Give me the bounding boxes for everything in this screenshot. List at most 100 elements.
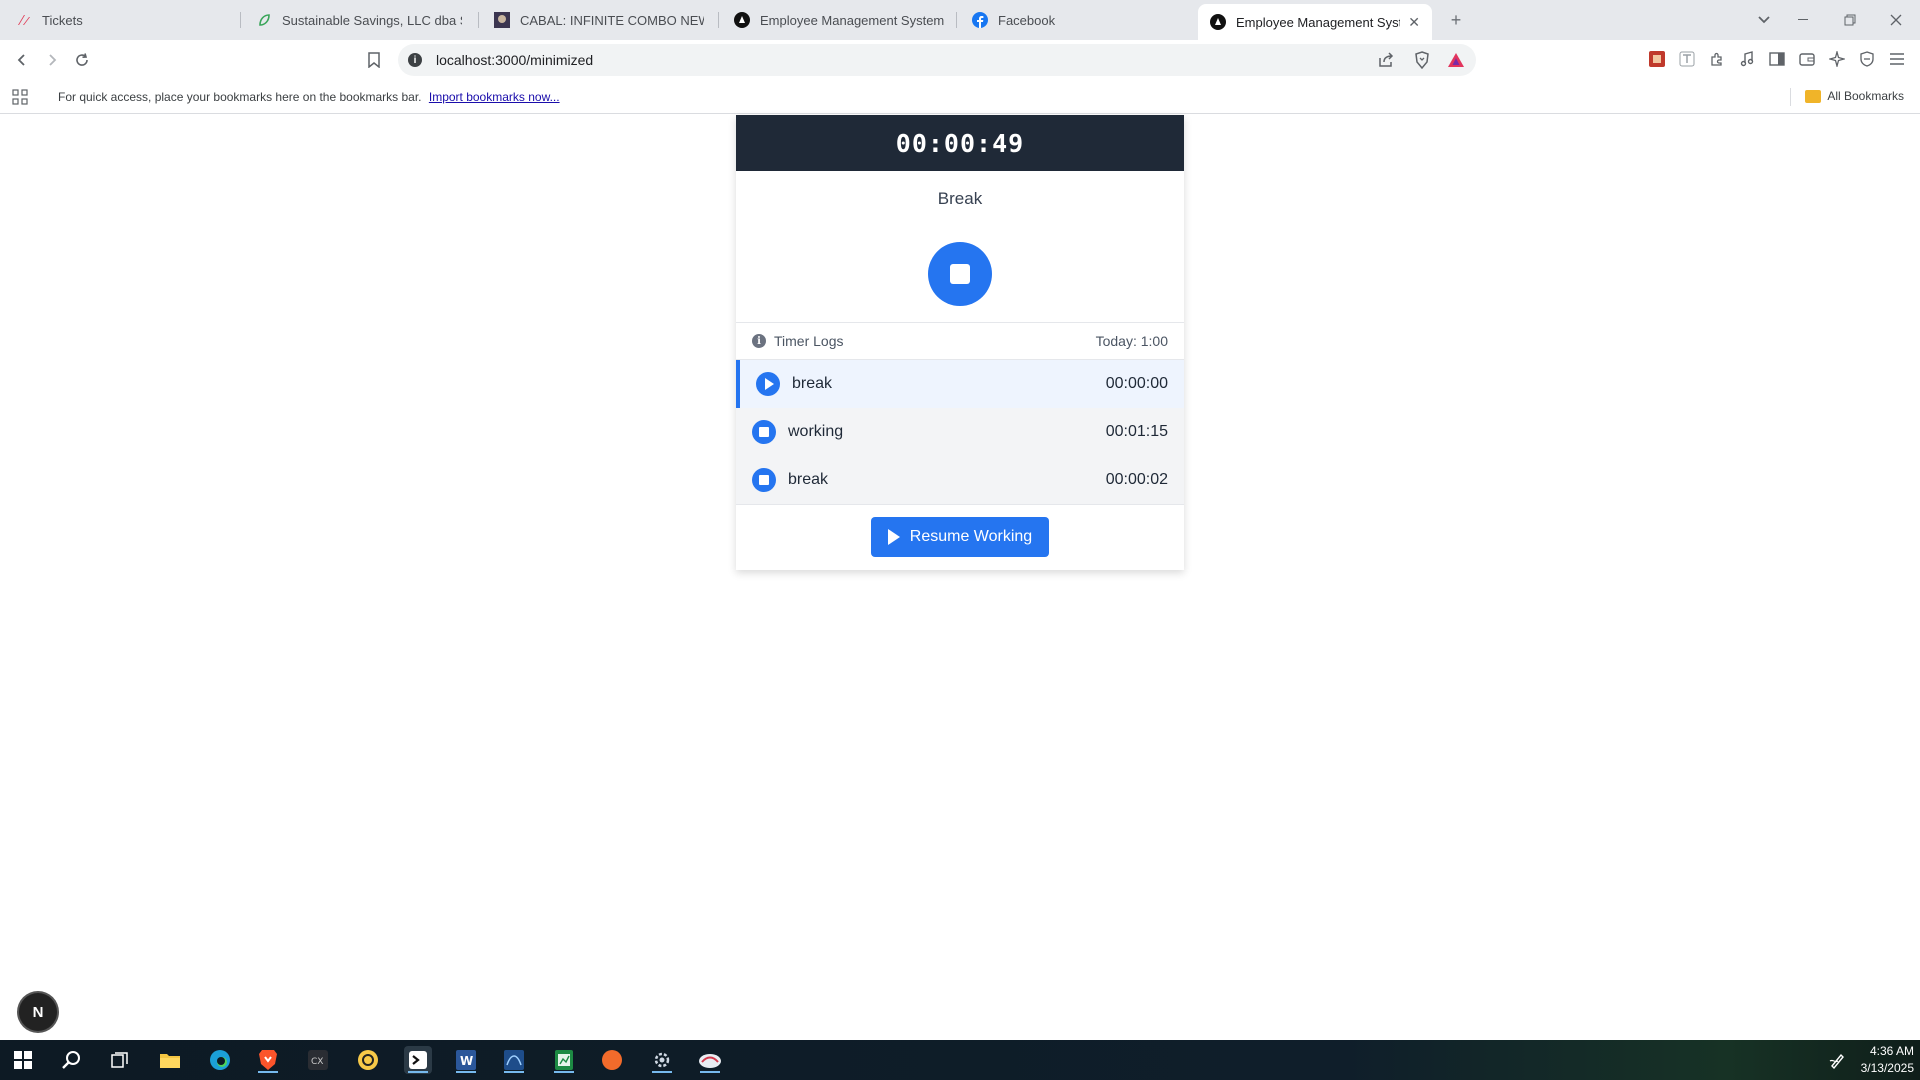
today-total: Today: 1:00 — [1095, 333, 1168, 349]
extensions-puzzle-icon[interactable] — [1706, 48, 1728, 70]
brave-browser-icon[interactable] — [254, 1046, 282, 1074]
brave-rewards-icon[interactable] — [1444, 48, 1468, 72]
share-icon[interactable] — [1374, 48, 1398, 72]
task-view-icon[interactable] — [106, 1046, 134, 1074]
cabal-icon — [494, 12, 510, 28]
tab-employee-management-active[interactable]: Employee Management System ✕ — [1198, 4, 1432, 40]
tab-separator — [956, 12, 957, 28]
leaf-icon — [256, 12, 272, 28]
cloud-app-icon[interactable] — [696, 1046, 724, 1074]
info-icon: i — [752, 334, 766, 348]
bookmarks-hint: For quick access, place your bookmarks h… — [58, 90, 560, 104]
timer-status-label: Break — [937, 189, 983, 208]
log-item-label: break — [792, 375, 833, 392]
address-url: localhost:3000/minimized — [436, 52, 594, 68]
bookmarks-bar: For quick access, place your bookmarks h… — [0, 80, 1920, 114]
svg-text:W: W — [460, 1054, 473, 1068]
play-icon — [756, 372, 780, 396]
tab-tickets[interactable]: Tickets — [4, 4, 240, 36]
close-tab-icon[interactable]: ✕ — [1400, 14, 1420, 31]
import-bookmarks-link[interactable]: Import bookmarks now... — [429, 90, 560, 104]
tab-label: Sustainable Savings, LLC dba Sustai — [282, 12, 462, 28]
translate-extension-icon[interactable] — [1676, 48, 1698, 70]
file-explorer-icon[interactable] — [156, 1046, 184, 1074]
resume-working-label: Resume Working — [909, 528, 1033, 545]
timer-log-list: break 00:00:00 working 00:01:15 break 00… — [736, 360, 1184, 504]
log-item[interactable]: break 00:00:02 — [736, 456, 1184, 504]
new-tab-button[interactable]: + — [1444, 8, 1468, 32]
compass-app-icon[interactable] — [598, 1046, 626, 1074]
vpn-shield-icon[interactable] — [1856, 48, 1878, 70]
site-info-icon[interactable]: i — [408, 53, 422, 67]
tab-label: Employee Management System — [1236, 14, 1400, 30]
timer-widget: 00:00:49 Break i Timer Logs Today: 1:00 … — [736, 115, 1184, 570]
tab-facebook[interactable]: Facebook — [960, 4, 1194, 36]
resume-working-button[interactable]: Resume Working — [871, 517, 1049, 557]
svg-text:CX: CX — [311, 1057, 323, 1067]
back-button[interactable] — [8, 46, 36, 74]
all-bookmarks-button[interactable]: All Bookmarks — [1805, 89, 1904, 103]
extension-red-icon[interactable] — [1646, 48, 1668, 70]
tab-separator — [240, 12, 241, 28]
windows-taskbar: CX W 4:36 AM 3/13/2025 — [0, 1040, 1920, 1080]
postman-icon[interactable] — [354, 1046, 382, 1074]
cursor-editor-icon[interactable]: CX — [304, 1046, 332, 1074]
close-window-button[interactable] — [1880, 6, 1912, 34]
restore-window-button[interactable] — [1834, 6, 1866, 34]
system-clock[interactable]: 4:36 AM 3/13/2025 — [1861, 1043, 1914, 1077]
leo-ai-icon[interactable] — [1826, 48, 1848, 70]
log-item-duration: 00:00:00 — [1105, 375, 1168, 392]
address-bar[interactable]: i localhost:3000/minimized — [398, 44, 1476, 76]
timer-header: 00:00:49 — [736, 115, 1184, 171]
word-icon[interactable]: W — [452, 1046, 480, 1074]
edge-browser-icon[interactable] — [206, 1046, 234, 1074]
timer-status-area: Break — [736, 171, 1184, 323]
clock-time: 4:36 AM — [1869, 1044, 1914, 1058]
log-item-duration: 00:00:02 — [1105, 471, 1168, 488]
wallet-icon[interactable] — [1796, 48, 1818, 70]
menu-hamburger-icon[interactable] — [1886, 48, 1908, 70]
tab-label: Tickets — [42, 12, 83, 28]
timer-logs-header: i Timer Logs Today: 1:00 — [736, 323, 1184, 360]
log-item-label: working — [788, 423, 844, 440]
forward-button[interactable] — [38, 46, 66, 74]
log-item-duration: 00:01:15 — [1105, 423, 1168, 440]
tab-sustainable-savings[interactable]: Sustainable Savings, LLC dba Sustai — [244, 4, 474, 36]
stop-timer-button[interactable] — [928, 242, 992, 306]
minimize-window-button[interactable] — [1788, 6, 1820, 34]
tab-label: CABAL: INFINITE COMBO NEWS — [520, 12, 704, 28]
tab-label: Employee Management System — [760, 12, 944, 28]
pen-workspace-icon[interactable] — [1824, 1046, 1852, 1074]
tab-employee-management[interactable]: Employee Management System — [722, 4, 956, 36]
music-note-icon[interactable] — [1736, 48, 1758, 70]
tab-separator — [718, 12, 719, 28]
tab-separator — [478, 12, 479, 28]
elapsed-time: 00:00:49 — [895, 128, 1025, 158]
bookmarks-hint-text: For quick access, place your bookmarks h… — [58, 90, 422, 104]
tab-cabal[interactable]: CABAL: INFINITE COMBO NEWS — [482, 4, 716, 36]
nextjs-dev-badge[interactable]: N — [19, 993, 57, 1031]
folder-icon — [1805, 89, 1822, 103]
brave-shields-icon[interactable] — [1410, 48, 1434, 72]
sql-tool-icon[interactable] — [500, 1046, 528, 1074]
terminal-app-icon[interactable] — [404, 1046, 432, 1074]
tab-strip: Tickets Sustainable Savings, LLC dba Sus… — [0, 0, 1920, 40]
stop-icon — [752, 420, 776, 444]
apps-grid-icon[interactable] — [12, 89, 28, 108]
sidebar-toggle-icon[interactable] — [1766, 48, 1788, 70]
tab-search-chevron-icon[interactable] — [1748, 6, 1780, 34]
nextjs-icon — [734, 12, 750, 28]
log-item-active[interactable]: break 00:00:00 — [736, 360, 1184, 408]
browser-toolbar: i localhost:3000/minimized — [0, 40, 1920, 80]
all-bookmarks-label: All Bookmarks — [1827, 89, 1904, 103]
log-item[interactable]: working 00:01:15 — [736, 408, 1184, 456]
spreadsheet-icon[interactable] — [550, 1046, 578, 1074]
zendesk-icon — [16, 12, 32, 28]
windows-start-icon[interactable] — [9, 1046, 37, 1074]
settings-gear-icon[interactable] — [648, 1046, 676, 1074]
stop-icon — [950, 264, 970, 284]
stop-icon — [752, 468, 776, 492]
reload-button[interactable] — [68, 46, 96, 74]
search-icon[interactable] — [58, 1046, 86, 1074]
bookmark-icon[interactable] — [360, 46, 388, 74]
